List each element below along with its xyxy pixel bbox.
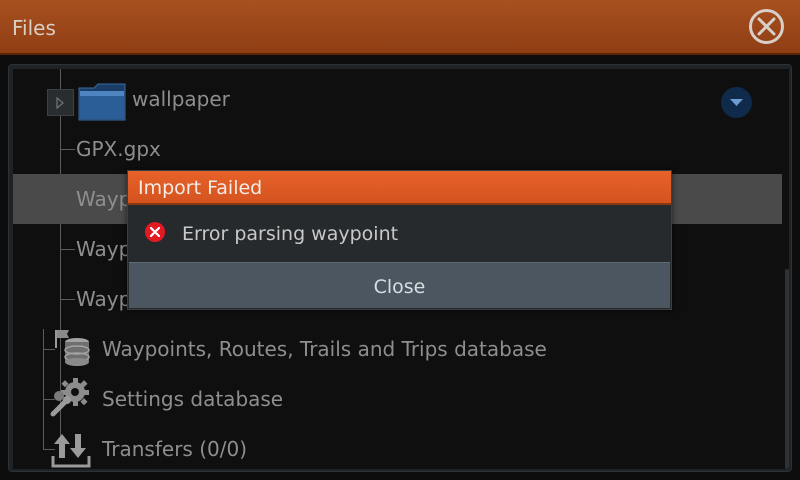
tree-item-wallpaper[interactable]: wallpaper <box>13 74 783 124</box>
dialog-header: Import Failed <box>128 171 671 205</box>
gear-icon <box>50 378 89 417</box>
tree-item-label: wallpaper <box>132 87 230 111</box>
chevron-right-icon <box>56 97 65 109</box>
tree-item-label: GPX.gpx <box>76 137 161 161</box>
title-bar: Files <box>0 0 800 55</box>
import-failed-dialog: Import Failed Error parsing waypoint Clo… <box>127 170 672 310</box>
options-button[interactable] <box>721 87 752 118</box>
error-icon <box>145 222 165 242</box>
dialog-message: Error parsing waypoint <box>182 223 399 245</box>
expand-button[interactable] <box>47 89 74 116</box>
dialog-title: Import Failed <box>138 177 263 199</box>
tree-item-transfers[interactable]: Transfers (0/0) <box>13 424 783 474</box>
tree-item-label: Wayp <box>76 237 132 261</box>
scrollbar[interactable] <box>785 269 789 469</box>
database-icon <box>55 330 90 366</box>
folder-icon <box>78 83 126 121</box>
window-title: Files <box>12 16 56 40</box>
files-screen: Files wallpaper GPX.gpx Wayp Wayp Wayp W… <box>0 0 800 480</box>
tree-item-label: Transfers (0/0) <box>102 437 247 461</box>
tree-item-settings-database[interactable]: Settings database <box>13 374 783 424</box>
tree-item-label: Settings database <box>102 387 284 411</box>
close-icon <box>757 17 776 36</box>
tree-item-label: Wayp <box>76 187 132 211</box>
tree-item-waypoints-database[interactable]: Waypoints, Routes, Trails and Trips data… <box>13 324 783 374</box>
tree-item-file[interactable]: GPX.gpx <box>13 124 783 174</box>
close-icon <box>150 227 160 237</box>
close-button[interactable]: Close <box>129 262 670 308</box>
tree-item-label: Waypoints, Routes, Trails and Trips data… <box>102 337 547 361</box>
close-button-label: Close <box>373 276 426 298</box>
chevron-down-icon <box>730 99 743 106</box>
transfer-icon <box>51 434 91 468</box>
close-window-button[interactable] <box>749 9 784 44</box>
tree-item-label: Wayp <box>76 287 132 311</box>
